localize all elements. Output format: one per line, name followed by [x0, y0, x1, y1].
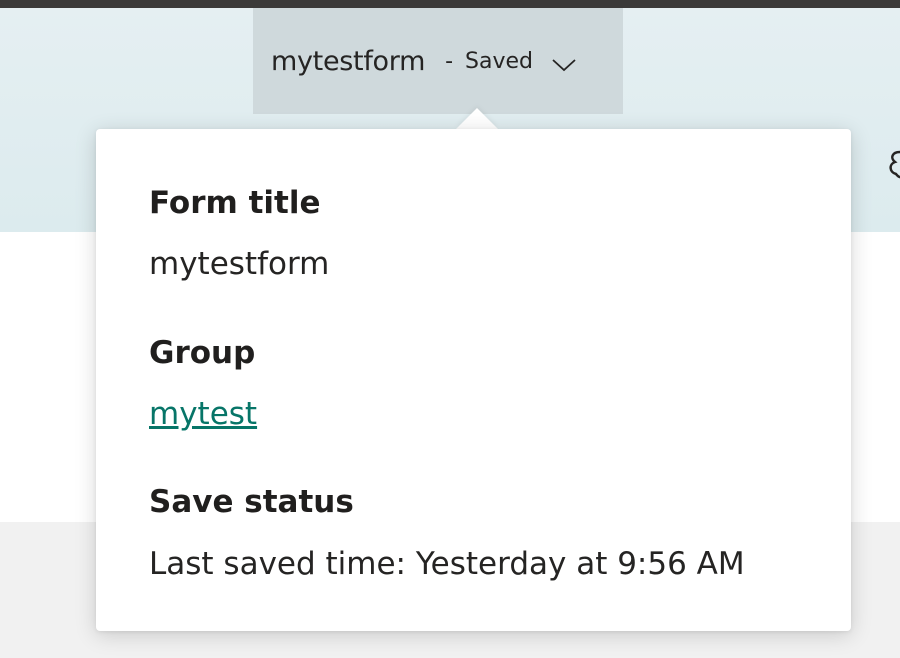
save-status-value: Last saved time: Yesterday at 9:56 AM	[149, 546, 745, 582]
chevron-down-icon	[552, 59, 576, 72]
form-title-heading: Form title	[149, 185, 321, 221]
group-heading: Group	[149, 335, 256, 371]
popup-arrow	[456, 108, 498, 129]
title-separator: -	[445, 48, 454, 74]
form-info-popup: Form title mytestform Group mytest Save …	[96, 129, 851, 631]
form-title-dropdown[interactable]: mytestform - Saved	[253, 8, 623, 114]
gear-icon[interactable]	[886, 148, 900, 182]
save-status-heading: Save status	[149, 484, 354, 520]
form-title-value: mytestform	[149, 246, 330, 282]
top-bar	[0, 0, 900, 8]
save-status-label: Saved	[465, 48, 534, 74]
group-link[interactable]: mytest	[149, 396, 257, 432]
form-name: mytestform	[271, 45, 426, 77]
